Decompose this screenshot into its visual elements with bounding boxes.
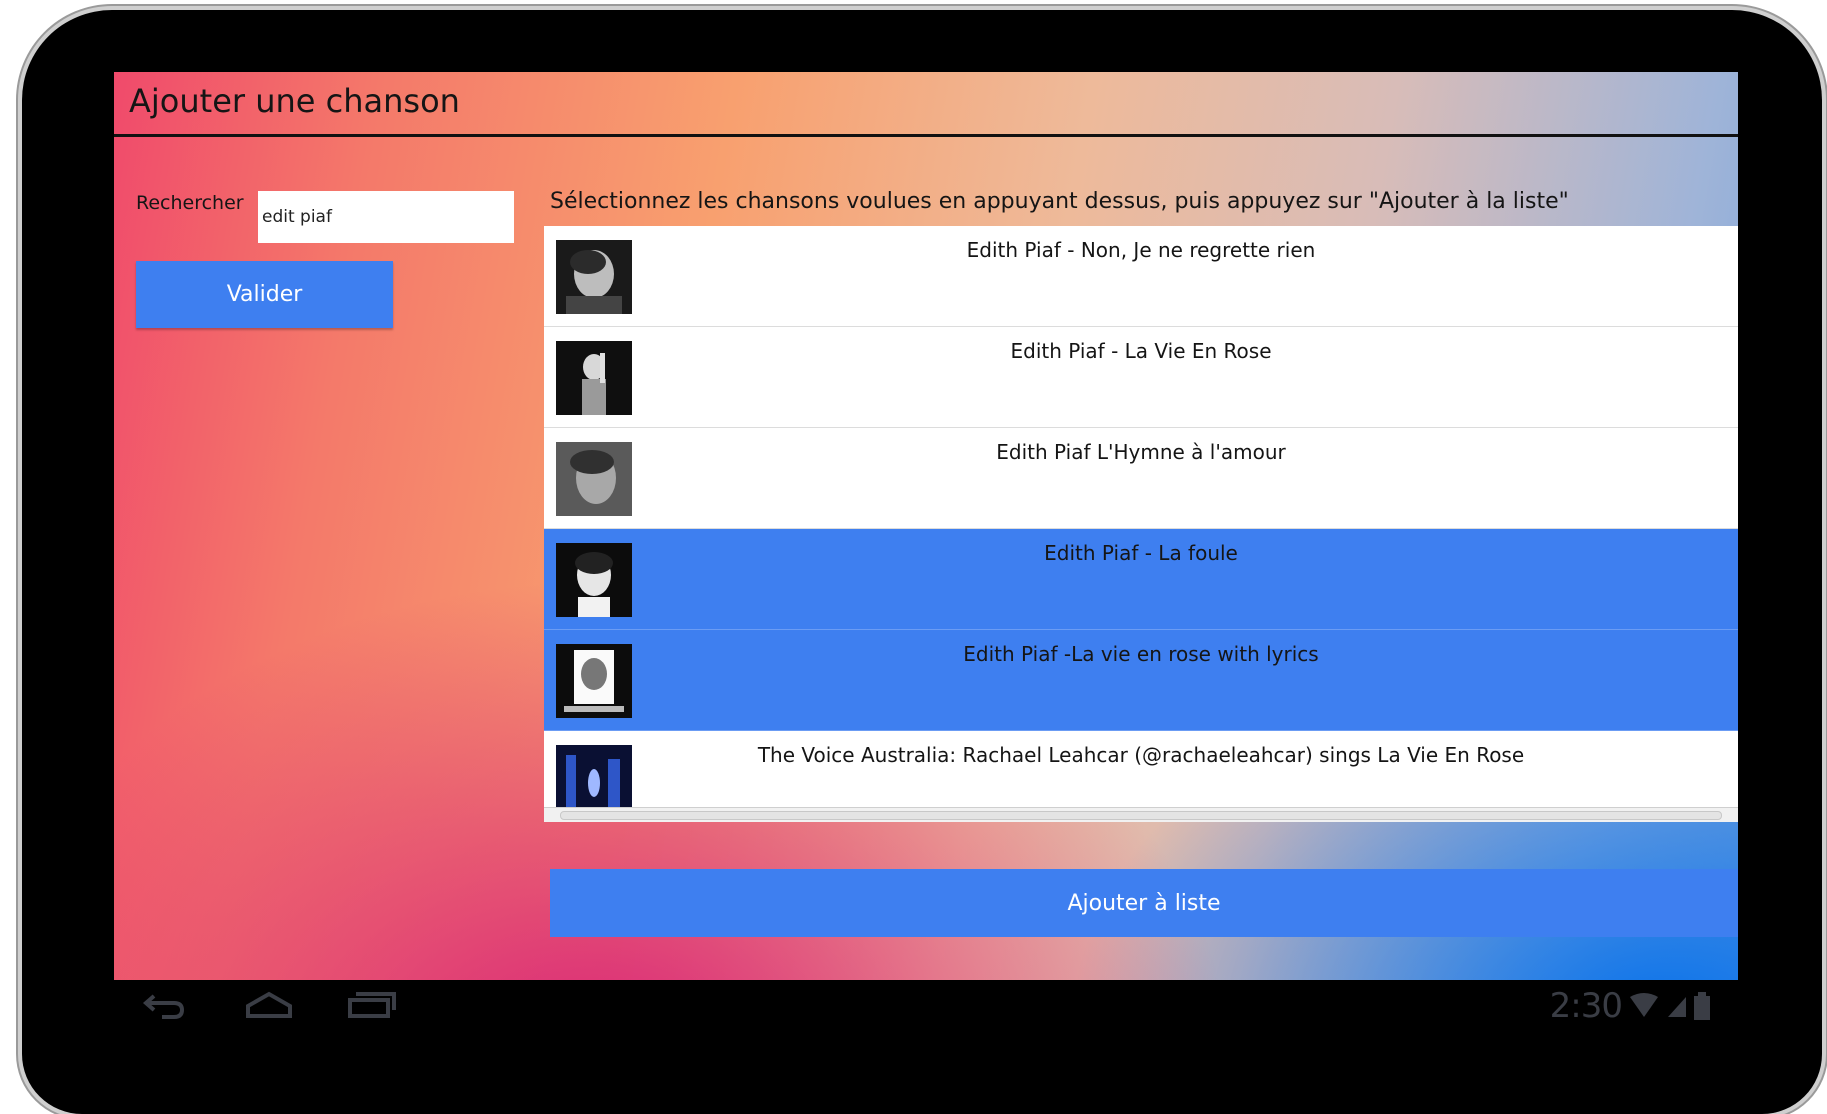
status-area: 2:30	[1550, 986, 1710, 1026]
instruction-text: Sélectionnez les chansons voulues en app…	[550, 189, 1569, 214]
song-list[interactable]: Edith Piaf - Non, Je ne regrette rien Ed…	[544, 226, 1738, 822]
song-title: Edith Piaf - La Vie En Rose	[1010, 339, 1272, 363]
horizontal-scrollbar[interactable]	[544, 807, 1738, 822]
home-icon[interactable]	[244, 990, 294, 1024]
song-row[interactable]: Edith Piaf L'Hymne à l'amour	[544, 428, 1738, 529]
search-input[interactable]	[258, 191, 514, 243]
clock: 2:30	[1549, 986, 1623, 1026]
add-to-list-button[interactable]: Ajouter à liste	[550, 869, 1738, 937]
song-title: Edith Piaf - La foule	[1044, 541, 1238, 565]
song-row-selected[interactable]: Edith Piaf -La vie en rose with lyrics	[544, 630, 1738, 731]
song-row[interactable]: Edith Piaf - Non, Je ne regrette rien	[544, 226, 1738, 327]
song-row[interactable]: Edith Piaf - La Vie En Rose	[544, 327, 1738, 428]
song-title: Edith Piaf - Non, Je ne regrette rien	[966, 238, 1316, 262]
system-nav-bar: 2:30	[114, 980, 1738, 1038]
action-bar: Ajouter une chanson	[114, 72, 1738, 137]
recent-apps-icon[interactable]	[346, 990, 396, 1024]
battery-icon	[1694, 992, 1710, 1020]
song-row-selected[interactable]: Edith Piaf - La foule	[544, 529, 1738, 630]
back-icon[interactable]	[142, 990, 186, 1024]
page-title: Ajouter une chanson	[129, 82, 460, 120]
scrollbar-thumb[interactable]	[560, 811, 1722, 820]
app-screen: Ajouter une chanson Rechercher Valider S…	[114, 72, 1738, 980]
song-title: Edith Piaf -La vie en rose with lyrics	[963, 642, 1319, 666]
validate-button[interactable]: Valider	[136, 261, 393, 328]
signal-icon	[1668, 997, 1686, 1017]
wifi-icon	[1630, 993, 1658, 1017]
search-label: Rechercher	[136, 192, 244, 214]
song-row[interactable]: The Voice Australia: Rachael Leahcar (@r…	[544, 731, 1738, 819]
song-title: Edith Piaf L'Hymne à l'amour	[996, 440, 1286, 464]
song-title: The Voice Australia: Rachael Leahcar (@r…	[757, 743, 1525, 767]
